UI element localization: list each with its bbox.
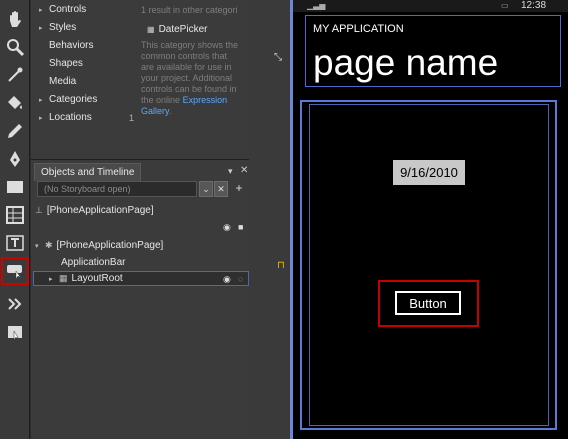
panel-header: Objects and Timeline ▾ ✕ bbox=[31, 163, 249, 181]
gallery-link[interactable]: Gallery bbox=[141, 106, 169, 116]
storyboard-dropdown-button[interactable]: ⌄ bbox=[199, 181, 213, 197]
page-node[interactable]: ▾ ✱ [PhoneApplicationPage] bbox=[35, 240, 163, 251]
page-node-icon: ✱ bbox=[45, 240, 53, 250]
phone-status-bar: ▁▃▅ ▭ 12:38 bbox=[293, 0, 568, 12]
phone-button[interactable]: Button bbox=[395, 291, 461, 315]
zoom-tool-icon[interactable] bbox=[3, 35, 27, 59]
lock-toggle-icon[interactable]: ○ bbox=[238, 274, 243, 284]
layoutroot-node-label: LayoutRoot bbox=[71, 273, 123, 284]
pan-tool-icon[interactable] bbox=[3, 8, 27, 32]
root-node[interactable]: ⊥ [PhoneApplicationPage] bbox=[35, 205, 154, 216]
artboard-margin: ⤡ ⊓ bbox=[249, 0, 290, 439]
desc-line: are available for use in bbox=[141, 62, 232, 72]
category-shapes[interactable]: Shapes bbox=[39, 58, 83, 69]
root-node-label: [PhoneApplicationPage] bbox=[46, 205, 154, 216]
desc-period: . bbox=[168, 106, 172, 116]
objects-timeline-panel: Objects and Timeline ▾ ✕ (No Storyboard … bbox=[31, 160, 249, 439]
category-label: Categories bbox=[49, 94, 98, 105]
application-title: MY APPLICATION bbox=[313, 23, 404, 35]
clock-text: 12:38 bbox=[521, 0, 547, 11]
appbar-node-label: ApplicationBar bbox=[61, 257, 126, 268]
asset-results: 1 result in other categori ▦ DatePicker … bbox=[141, 0, 251, 160]
textblock-tool-icon[interactable] bbox=[3, 231, 27, 255]
pin-lock-icon[interactable]: ⊓ bbox=[277, 260, 285, 271]
lock-icon[interactable]: ■ bbox=[238, 222, 243, 232]
page-title: page name bbox=[313, 42, 499, 83]
pen-tool-icon[interactable] bbox=[3, 147, 27, 171]
pin-icon[interactable]: ▾ bbox=[228, 166, 233, 177]
phone-left-edge bbox=[290, 0, 293, 439]
desc-line-text: the online bbox=[141, 95, 181, 105]
assets-panel: ▸ Controls ▸ Styles Behaviors Shapes Media… bbox=[31, 0, 249, 160]
battery-icon: ▭ bbox=[501, 1, 509, 10]
datepicker-control[interactable]: 9/16/2010 bbox=[393, 160, 465, 185]
tab-objects-timeline[interactable]: Objects and Timeline bbox=[34, 163, 142, 181]
close-storyboard-button[interactable]: ✕ bbox=[214, 181, 228, 197]
category-label: Shapes bbox=[49, 58, 83, 69]
fit-icon[interactable]: ⤡ bbox=[274, 52, 282, 63]
layoutroot-node[interactable]: ▸ ▦ LayoutRoot bbox=[49, 273, 123, 284]
desc-line: This category shows the bbox=[141, 40, 239, 50]
category-behaviors[interactable]: Behaviors bbox=[39, 40, 93, 51]
eye-icon[interactable]: ◉ bbox=[223, 274, 231, 285]
desc-line: your project. Additional bbox=[141, 73, 233, 83]
page-node-label: [PhoneApplicationPage] bbox=[56, 240, 164, 251]
category-label: Behaviors bbox=[49, 40, 94, 51]
category-label: Controls bbox=[49, 4, 87, 15]
grid-icon: ▦ bbox=[59, 273, 68, 283]
desc-line: common controls that bbox=[141, 51, 228, 61]
pencil-tool-icon[interactable] bbox=[3, 119, 27, 143]
expression-gallery-link[interactable]: Expression bbox=[183, 95, 228, 105]
result-count-text: 1 result in other categori bbox=[141, 5, 238, 15]
category-description: This category shows the common controls … bbox=[141, 40, 238, 117]
grid-tool-icon[interactable] bbox=[3, 203, 27, 227]
storyboard-selector[interactable]: (No Storyboard open) bbox=[37, 181, 197, 197]
category-label: Media bbox=[49, 76, 77, 87]
eyedropper-tool-icon[interactable] bbox=[3, 63, 27, 87]
desc-line: Gallery. bbox=[141, 106, 238, 117]
signal-icon: ▁▃▅ bbox=[307, 1, 326, 10]
category-controls[interactable]: ▸ Controls bbox=[39, 4, 86, 15]
recent-asset-icon[interactable] bbox=[3, 320, 27, 344]
paint-bucket-tool-icon[interactable] bbox=[3, 91, 27, 115]
category-styles[interactable]: ▸ Styles bbox=[39, 22, 76, 33]
category-count: 1 bbox=[129, 112, 135, 123]
button-control-tool-icon[interactable] bbox=[1, 257, 29, 285]
control-icon: ▦ bbox=[147, 25, 155, 34]
close-icon[interactable]: ✕ bbox=[240, 165, 248, 176]
category-label: Styles bbox=[49, 22, 77, 33]
category-categories[interactable]: ▸ Categories bbox=[39, 94, 97, 105]
new-storyboard-button[interactable]: + bbox=[231, 181, 247, 197]
assets-expand-icon[interactable] bbox=[3, 292, 27, 316]
appbar-node[interactable]: ApplicationBar bbox=[61, 257, 125, 268]
desc-line: the online Expression bbox=[141, 95, 238, 106]
rectangle-tool-icon[interactable] bbox=[3, 175, 27, 199]
category-locations[interactable]: ▸ Locations 1 bbox=[39, 112, 139, 123]
tools-panel bbox=[0, 0, 30, 439]
eye-icon[interactable]: ◉ bbox=[223, 222, 231, 233]
datepicker-result-label: DatePicker bbox=[158, 24, 208, 35]
content-grid bbox=[309, 104, 549, 426]
category-media[interactable]: Media bbox=[39, 76, 76, 87]
desc-line: controls can be found in bbox=[141, 84, 237, 94]
datepicker-result[interactable]: ▦ DatePicker bbox=[147, 24, 207, 35]
category-label: Locations bbox=[49, 112, 92, 123]
page-icon: ⊥ bbox=[35, 205, 43, 215]
